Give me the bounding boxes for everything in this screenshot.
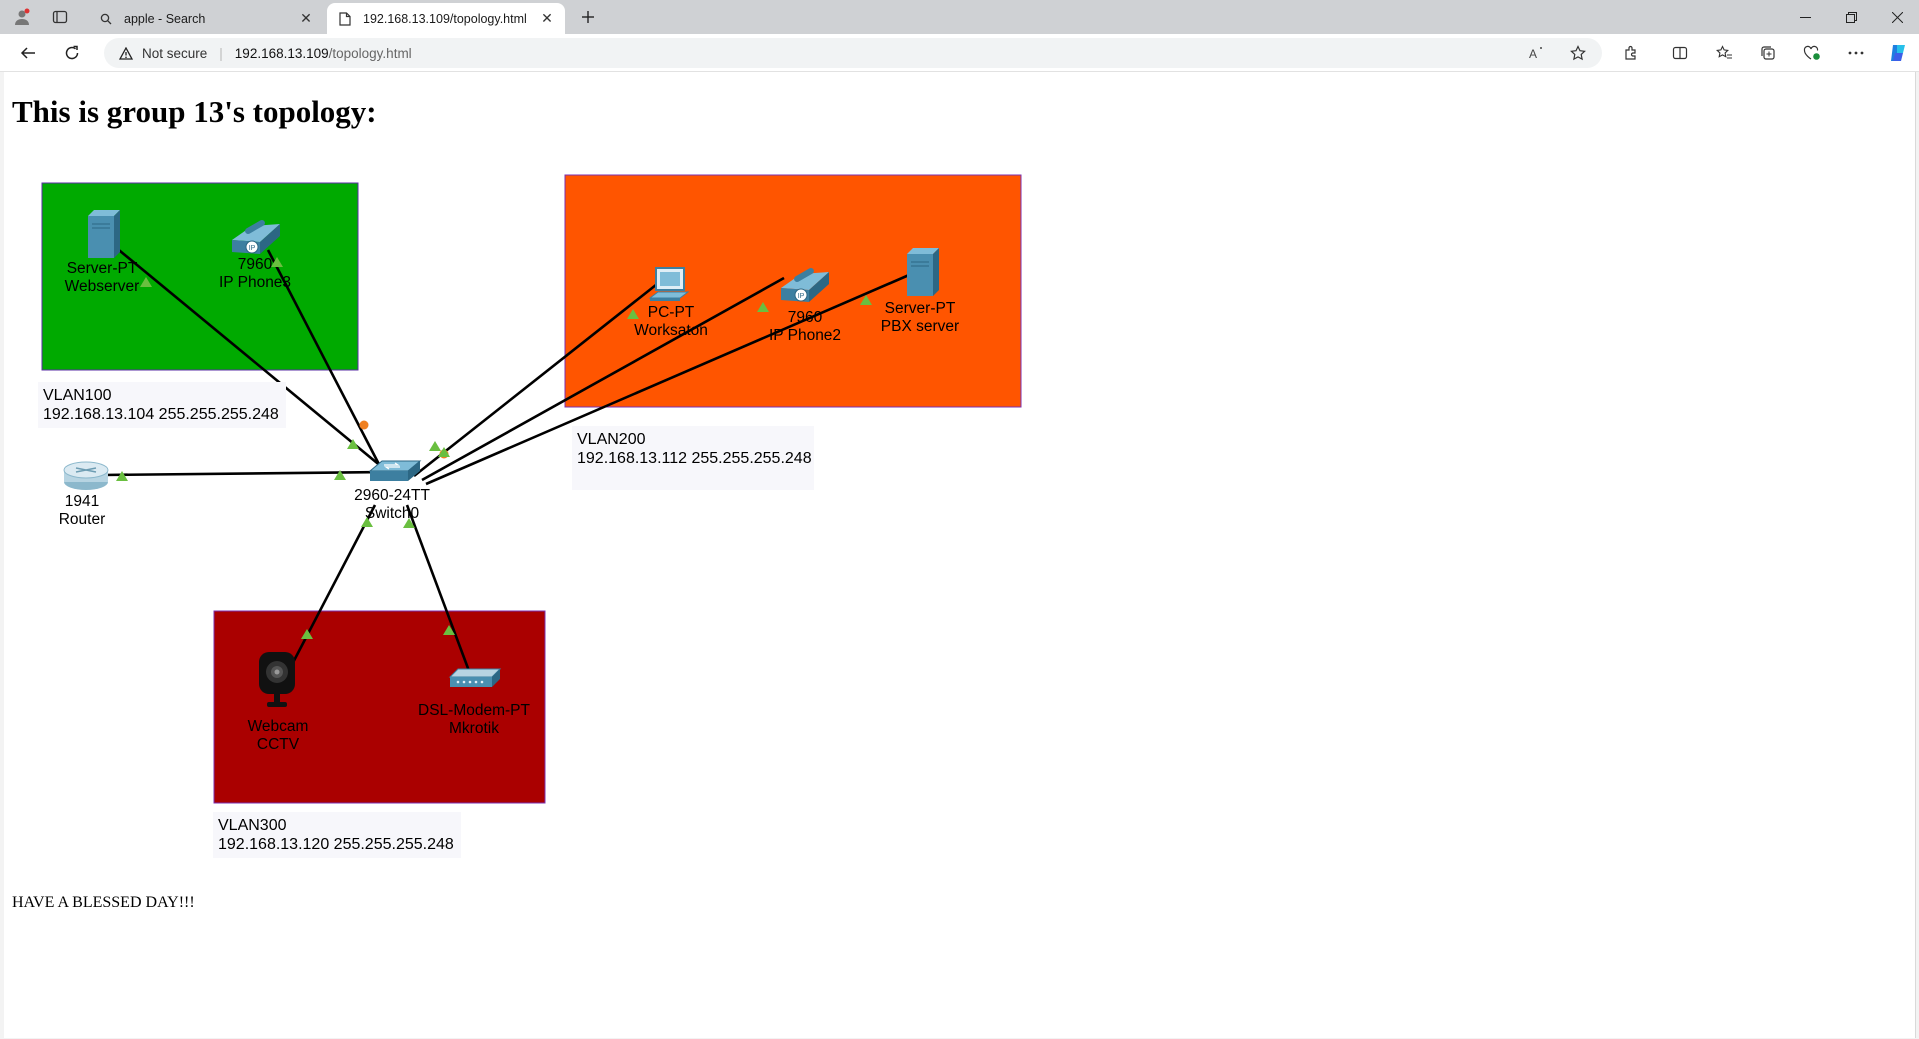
device-model: Webcam xyxy=(247,718,309,735)
minimize-button[interactable] xyxy=(1782,0,1828,34)
tab-label: apple - Search xyxy=(124,11,206,26)
split-screen-icon[interactable] xyxy=(1666,40,1694,66)
profile-icon[interactable] xyxy=(10,6,34,28)
device-model: Server-PT xyxy=(884,300,956,317)
refresh-button[interactable] xyxy=(58,40,86,66)
vlan-subnet: 192.168.13.120 255.255.255.248 xyxy=(218,836,454,853)
vlan-name: VLAN100 xyxy=(43,387,112,404)
url-separator: | xyxy=(219,45,223,61)
close-tab-icon[interactable]: ✕ xyxy=(296,9,316,29)
router-icon xyxy=(63,461,109,490)
device-name: CCTV xyxy=(256,736,300,753)
vlan-label-200: VLAN200 192.168.13.112 255.255.255.248 xyxy=(572,426,814,490)
device-name: IP Phone2 xyxy=(768,327,842,344)
security-label[interactable]: Not secure xyxy=(142,46,207,61)
device-name: Switch0 xyxy=(364,505,420,522)
page-icon xyxy=(337,11,353,27)
device-name: IP Phone3 xyxy=(218,274,292,291)
svg-text:IP: IP xyxy=(798,293,805,300)
link-pending-marker xyxy=(359,420,369,430)
close-tab-icon[interactable]: ✕ xyxy=(537,9,557,29)
page-viewport: This is group 13's topology: IP IP Serve… xyxy=(4,72,1916,1038)
modem-icon xyxy=(448,668,502,687)
device-label-webserver: Server-PT Webserver xyxy=(65,260,140,296)
tab-actions-icon[interactable] xyxy=(48,6,72,28)
url-path: /topology.html xyxy=(328,45,412,61)
device-label-switch: 2960-24TT Switch0 xyxy=(354,487,430,523)
device-label-worksaton: PC-PT Worksaton xyxy=(634,304,708,340)
browser-essentials-icon[interactable] xyxy=(1798,40,1826,66)
tab-topology[interactable]: 192.168.13.109/topology.html ✕ xyxy=(327,3,565,34)
vlan-label-100: VLAN100 192.168.13.104 255.255.255.248 xyxy=(38,382,286,428)
device-model: 7960 xyxy=(237,256,273,273)
new-tab-button[interactable] xyxy=(576,6,600,28)
server-icon xyxy=(88,210,120,258)
read-aloud-icon[interactable]: A xyxy=(1526,41,1550,65)
server-icon xyxy=(907,248,939,296)
device-label-webcam: Webcam CCTV xyxy=(248,718,309,754)
back-button[interactable] xyxy=(14,40,42,66)
link-router-switch xyxy=(101,470,390,477)
tab-apple-search[interactable]: apple - Search ✕ xyxy=(88,3,324,34)
device-model: DSL-Modem-PT xyxy=(418,702,530,719)
device-label-pbx: Server-PT PBX server xyxy=(881,300,959,336)
extensions-icon[interactable] xyxy=(1617,40,1645,66)
tab-label: 192.168.13.109/topology.html xyxy=(363,11,527,26)
collections-icon[interactable] xyxy=(1754,40,1782,66)
url-host: 192.168.13.109 xyxy=(234,45,329,61)
device-name: Router xyxy=(58,511,106,528)
favorite-star-icon[interactable] xyxy=(1566,41,1590,65)
warning-icon[interactable] xyxy=(118,45,134,61)
device-name: Worksaton xyxy=(634,322,708,339)
device-name: Webserver xyxy=(64,278,140,295)
url-text[interactable]: 192.168.13.109/topology.html xyxy=(235,46,412,61)
url-field[interactable]: Not secure | 192.168.13.109/topology.htm… xyxy=(104,38,1602,68)
device-model: Server-PT xyxy=(66,260,138,277)
device-label-ipphone2: 7960 IP Phone2 xyxy=(769,309,841,345)
favorites-icon[interactable] xyxy=(1710,40,1738,66)
device-label-ipphone3: 7960 IP Phone3 xyxy=(219,256,291,292)
vlan-name: VLAN200 xyxy=(577,431,646,448)
vlan-label-300: VLAN300 192.168.13.120 255.255.255.248 xyxy=(213,812,461,858)
device-model: 1941 xyxy=(64,493,100,510)
close-window-button[interactable] xyxy=(1874,0,1919,34)
footer-message: HAVE A BLESSED DAY!!! xyxy=(12,894,195,911)
device-model: PC-PT xyxy=(647,304,695,321)
vlan-name: VLAN300 xyxy=(218,817,287,834)
copilot-icon[interactable] xyxy=(1884,40,1912,66)
svg-text:A: A xyxy=(1529,47,1537,60)
vlan-subnet: 192.168.13.104 255.255.255.248 xyxy=(43,406,279,423)
settings-more-icon[interactable] xyxy=(1842,40,1870,66)
device-model: 7960 xyxy=(787,309,823,326)
pc-icon xyxy=(648,267,690,301)
svg-text:IP: IP xyxy=(249,245,256,252)
tab-bar: apple - Search ✕ 192.168.13.109/topology… xyxy=(0,0,1919,34)
link-up-marker xyxy=(429,441,441,451)
search-icon xyxy=(98,11,114,27)
restore-button[interactable] xyxy=(1828,0,1874,34)
device-name: Mkrotik xyxy=(449,720,499,737)
device-label-router: 1941 Router xyxy=(59,493,106,529)
device-name: PBX server xyxy=(880,318,960,335)
vlan-subnet: 192.168.13.112 255.255.255.248 xyxy=(577,450,812,467)
device-model: 2960-24TT xyxy=(354,487,430,504)
device-label-modem: DSL-Modem-PT Mkrotik xyxy=(418,702,530,738)
